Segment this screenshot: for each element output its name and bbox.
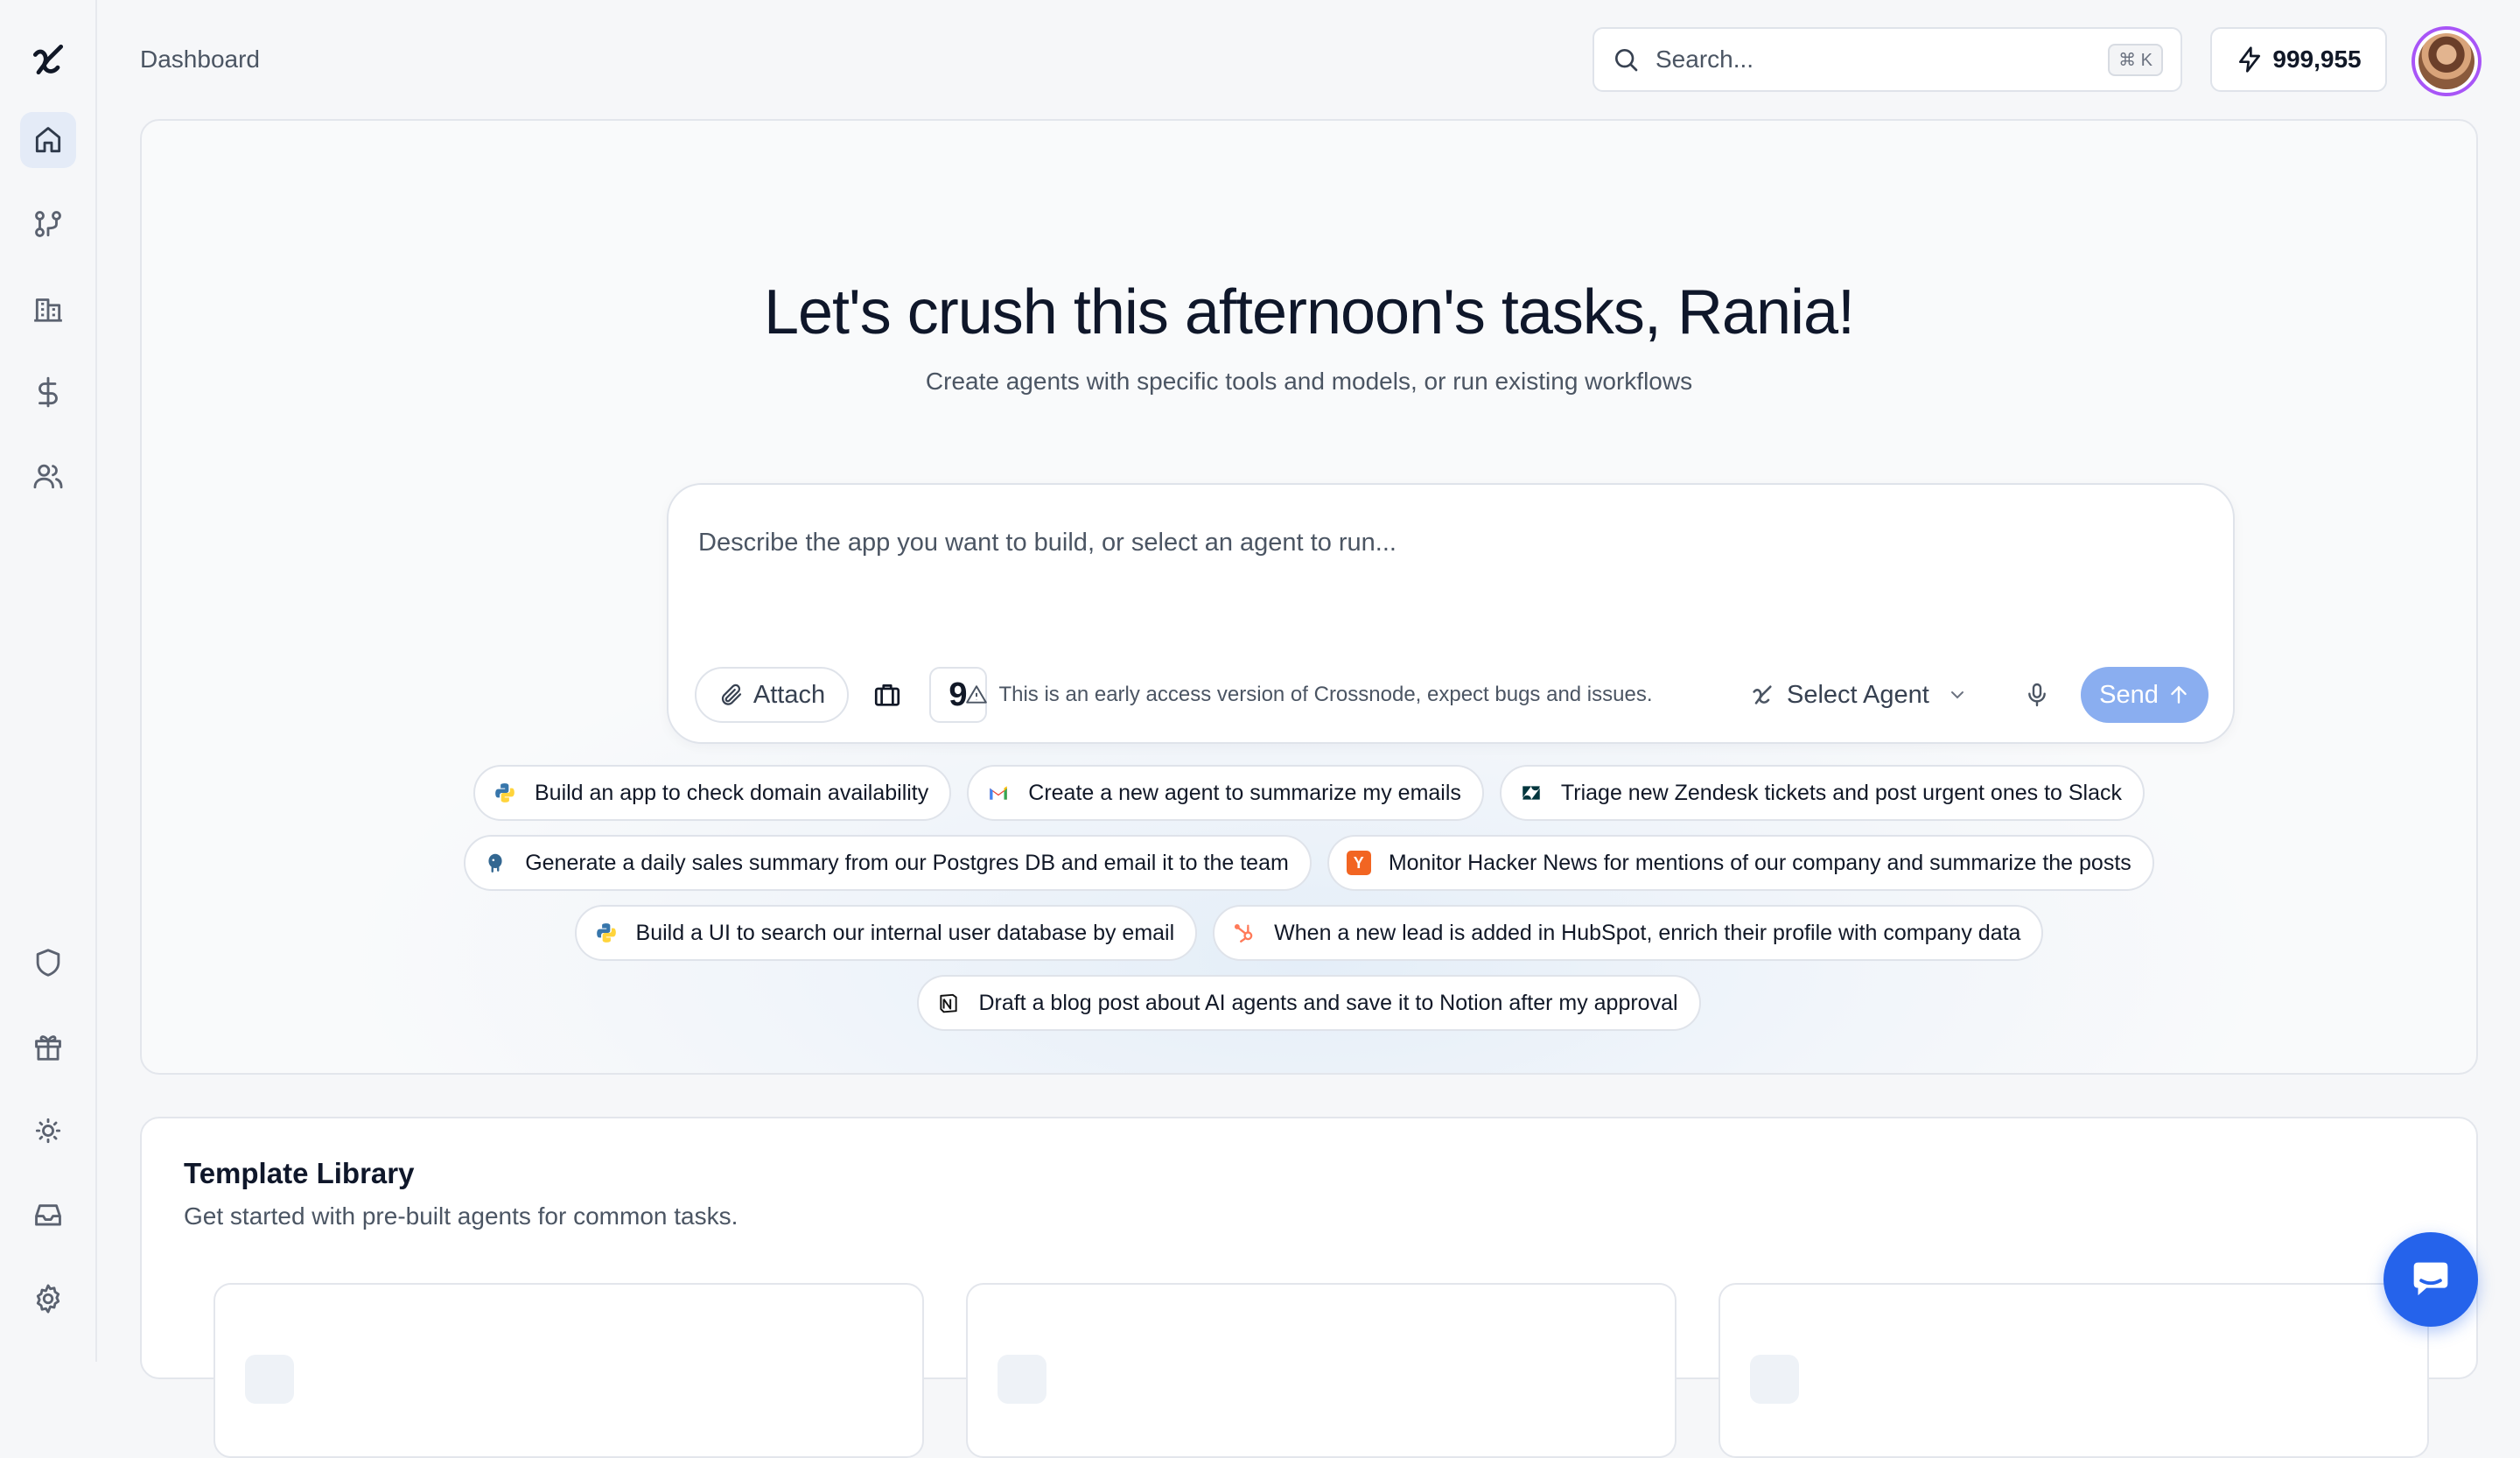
suggestion-chip[interactable]: When a new lead is added in HubSpot, enr… — [1213, 905, 2044, 961]
suggestion-label: Generate a daily sales summary from our … — [525, 850, 1289, 875]
suggestion-label: Build an app to check domain availabilit… — [534, 780, 929, 805]
template-icon — [245, 1355, 294, 1404]
hubspot-icon — [1232, 921, 1256, 945]
dollar-icon — [38, 376, 58, 408]
suggestion-label: Create a new agent to summarize my email… — [1028, 780, 1461, 805]
home-icon — [35, 127, 61, 153]
sidebar-item-settings[interactable] — [20, 1271, 76, 1327]
sidebar-item-rewards[interactable] — [20, 1019, 76, 1075]
suggestion-label: Build a UI to search our internal user d… — [635, 920, 1175, 945]
sidebar-item-team[interactable] — [20, 448, 76, 504]
sidebar-item-organization[interactable] — [20, 280, 76, 336]
avatar-image — [2418, 33, 2474, 89]
suggestion-chip[interactable]: Generate a daily sales summary from our … — [464, 835, 1312, 891]
suggestion-row: Draft a blog post about AI agents and sa… — [142, 975, 2476, 1031]
template-card[interactable] — [966, 1283, 1676, 1458]
notice-text: This is an early access version of Cross… — [998, 683, 1653, 706]
template-card[interactable] — [214, 1283, 924, 1458]
suggestion-chip[interactable]: Draft a blog post about AI agents and sa… — [917, 975, 1701, 1031]
search-bar[interactable]: ⌘ K — [1592, 27, 2182, 92]
sidebar-item-inbox[interactable] — [20, 1187, 76, 1243]
hero-card: Let's crush this afternoon's tasks, Rani… — [140, 119, 2478, 1075]
breadcrumb[interactable]: Dashboard — [140, 46, 260, 74]
gmail-icon — [986, 781, 1011, 805]
suggestion-label: Draft a blog post about AI agents and sa… — [978, 990, 1678, 1015]
sidebar-item-billing[interactable] — [20, 364, 76, 420]
notion-icon — [936, 991, 961, 1015]
suggestion-row: Build an app to check domain availabilit… — [142, 765, 2476, 821]
suggestion-label: Triage new Zendesk tickets and post urge… — [1560, 780, 2123, 805]
sun-icon — [35, 1118, 61, 1144]
shield-icon — [36, 949, 60, 977]
suggestion-row: Build a UI to search our internal user d… — [142, 905, 2476, 961]
suggestion-chip[interactable]: Build an app to check domain availabilit… — [472, 765, 952, 821]
section-subtitle: Get started with pre-built agents for co… — [184, 1202, 738, 1230]
search-input[interactable] — [1656, 46, 2109, 74]
prompt-input[interactable] — [698, 529, 2098, 581]
suggestion-chip[interactable]: Y Monitor Hacker News for mentions of ou… — [1326, 835, 2154, 891]
search-shortcut-badge: ⌘ K — [2108, 43, 2163, 76]
gear-icon — [36, 1284, 60, 1314]
avatar[interactable] — [2412, 26, 2482, 96]
inbox-icon — [35, 1204, 61, 1226]
sidebar-item-workflows[interactable] — [20, 196, 76, 252]
template-card[interactable] — [1718, 1283, 2429, 1458]
sidebar — [0, 0, 97, 1362]
chat-support-button[interactable] — [2384, 1232, 2478, 1327]
users-icon — [33, 464, 63, 489]
lightning-icon — [2239, 46, 2261, 73]
hackernews-icon: Y — [1346, 851, 1371, 875]
template-library: Template Library Get started with pre-bu… — [140, 1117, 2478, 1458]
python-icon — [493, 781, 517, 805]
suggestion-list: Build an app to check domain availabilit… — [142, 765, 2476, 1045]
suggestion-chip[interactable]: Create a new agent to summarize my email… — [967, 765, 1484, 821]
sidebar-item-security[interactable] — [20, 935, 76, 991]
app-logo[interactable] — [20, 32, 76, 88]
zendesk-icon — [1519, 781, 1544, 805]
suggestion-chip[interactable]: Build a UI to search our internal user d… — [574, 905, 1198, 961]
suggestion-row: Generate a daily sales summary from our … — [142, 835, 2476, 891]
section-title: Template Library — [184, 1157, 415, 1189]
page-subtitle: Create agents with specific tools and mo… — [925, 368, 1693, 395]
template-icon — [998, 1355, 1046, 1404]
gift-icon — [35, 1035, 61, 1061]
warning-icon — [966, 685, 988, 704]
building-icon — [34, 298, 62, 322]
postgres-icon — [483, 851, 508, 875]
python-icon — [594, 921, 619, 945]
crossnode-logo-icon — [32, 44, 64, 75]
template-icon — [1750, 1355, 1799, 1404]
search-icon — [1615, 49, 1638, 72]
early-access-notice: This is an early access version of Cross… — [142, 683, 2476, 707]
suggestion-label: Monitor Hacker News for mentions of our … — [1388, 850, 2132, 875]
credits-button[interactable]: 999,955 — [2210, 27, 2387, 92]
chat-icon — [2413, 1262, 2448, 1296]
page-title: Let's crush this afternoon's tasks, Rani… — [763, 277, 1855, 347]
sidebar-item-home[interactable] — [20, 112, 76, 168]
suggestion-chip[interactable]: Triage new Zendesk tickets and post urge… — [1499, 765, 2146, 821]
suggestion-label: When a new lead is added in HubSpot, enr… — [1274, 920, 2021, 945]
sidebar-item-theme[interactable] — [20, 1103, 76, 1159]
credits-count: 999,955 — [2272, 46, 2362, 73]
workflow-icon — [35, 211, 61, 237]
